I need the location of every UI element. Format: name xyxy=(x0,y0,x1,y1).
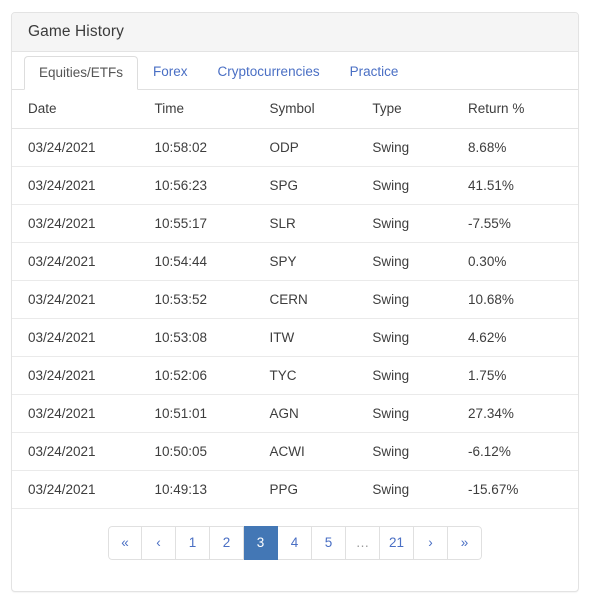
table-row: 03/24/2021 10:58:02 ODP Swing 8.68% xyxy=(12,128,578,167)
cell-date: 03/24/2021 xyxy=(12,128,155,167)
cell-return: 8.68% xyxy=(468,128,578,167)
cell-date: 03/24/2021 xyxy=(12,318,155,357)
cell-date: 03/24/2021 xyxy=(12,280,155,319)
cell-return: 41.51% xyxy=(468,166,578,205)
table-row: 03/24/2021 10:49:13 PPG Swing -15.67% xyxy=(12,470,578,509)
cell-symbol: ACWI xyxy=(269,432,373,471)
pagination-previous[interactable]: ‹ xyxy=(142,525,176,560)
cell-time: 10:51:01 xyxy=(154,394,270,433)
cell-time: 10:53:52 xyxy=(154,280,270,319)
cell-symbol: ITW xyxy=(269,318,373,357)
cell-return: 4.62% xyxy=(468,318,578,357)
cell-time: 10:58:02 xyxy=(154,128,270,167)
cell-date: 03/24/2021 xyxy=(12,242,155,281)
cell-return: 27.34% xyxy=(468,394,578,433)
cell-type: Swing xyxy=(372,470,469,509)
cell-date: 03/24/2021 xyxy=(12,356,155,395)
cell-date: 03/24/2021 xyxy=(12,470,155,509)
column-header-date: Date xyxy=(12,90,155,129)
cell-time: 10:52:06 xyxy=(154,356,270,395)
cell-time: 10:50:05 xyxy=(154,432,270,471)
card-header: Game History xyxy=(12,13,578,52)
cell-type: Swing xyxy=(372,166,469,205)
page-title: Game History xyxy=(28,23,124,40)
cell-type: Swing xyxy=(372,394,469,433)
pagination-page-3[interactable]: 3 xyxy=(244,525,278,560)
cell-type: Swing xyxy=(372,432,469,471)
cell-date: 03/24/2021 xyxy=(12,204,155,243)
table-row: 03/24/2021 10:53:52 CERN Swing 10.68% xyxy=(12,280,578,319)
cell-symbol: CERN xyxy=(269,280,373,319)
cell-symbol: PPG xyxy=(269,470,373,509)
cell-return: -15.67% xyxy=(468,470,578,509)
pagination-first[interactable]: « xyxy=(108,525,142,560)
cell-date: 03/24/2021 xyxy=(12,432,155,471)
cell-return: 0.30% xyxy=(468,242,578,281)
tab-equities-etfs[interactable]: Equities/ETFs xyxy=(24,56,139,90)
cell-time: 10:49:13 xyxy=(154,470,270,509)
pagination-page-1[interactable]: 1 xyxy=(176,525,210,560)
pagination-page-21[interactable]: 21 xyxy=(380,525,414,560)
pagination: «‹ 1 2 3 4 5… 21 ›» xyxy=(108,525,482,560)
cell-symbol: AGN xyxy=(269,394,373,433)
cell-time: 10:53:08 xyxy=(154,318,270,357)
cell-symbol: SPY xyxy=(269,242,373,281)
cell-time: 10:56:23 xyxy=(154,166,270,205)
cell-symbol: SLR xyxy=(269,204,373,243)
column-header-type: Type xyxy=(372,90,469,129)
table-head: Date Time Symbol Type Return % xyxy=(12,90,578,129)
table-row: 03/24/2021 10:53:08 ITW Swing 4.62% xyxy=(12,318,578,357)
pagination-container: «‹ 1 2 3 4 5… 21 ›» xyxy=(12,509,578,560)
pagination-page-5[interactable]: 5 xyxy=(312,525,346,560)
cell-return: 1.75% xyxy=(468,356,578,395)
pagination-next[interactable]: › xyxy=(414,525,448,560)
tab-practice[interactable]: Practice xyxy=(335,56,414,89)
table-row: 03/24/2021 10:55:17 SLR Swing -7.55% xyxy=(12,204,578,243)
cell-date: 03/24/2021 xyxy=(12,166,155,205)
table-row: 03/24/2021 10:56:23 SPG Swing 41.51% xyxy=(12,166,578,205)
cell-time: 10:54:44 xyxy=(154,242,270,281)
cell-type: Swing xyxy=(372,204,469,243)
tab-forex[interactable]: Forex xyxy=(138,56,203,89)
pagination-gap: … xyxy=(346,525,380,560)
cell-symbol: SPG xyxy=(269,166,373,205)
tab-cryptocurrencies[interactable]: Cryptocurrencies xyxy=(203,56,335,89)
table-body: 03/24/2021 10:58:02 ODP Swing 8.68% 03/24/202… xyxy=(12,128,578,509)
cell-type: Swing xyxy=(372,356,469,395)
pagination-last[interactable]: » xyxy=(448,525,482,560)
cell-symbol: ODP xyxy=(269,128,373,167)
cell-date: 03/24/2021 xyxy=(12,394,155,433)
cell-type: Swing xyxy=(372,128,469,167)
cell-type: Swing xyxy=(372,280,469,319)
tab-bar: Equities/ETFs Forex Cryptocurrencies Practi… xyxy=(12,52,578,90)
table-row: 03/24/2021 10:51:01 AGN Swing 27.34% xyxy=(12,394,578,433)
cell-return: -6.12% xyxy=(468,432,578,471)
cell-type: Swing xyxy=(372,242,469,281)
game-history-table: Date Time Symbol Type Return % 03/24/202… xyxy=(12,90,578,509)
table-row: 03/24/2021 10:50:05 ACWI Swing -6.12% xyxy=(12,432,578,471)
cell-type: Swing xyxy=(372,318,469,357)
cell-return: -7.55% xyxy=(468,204,578,243)
game-history-card: Game History Equities/ETFs Forex Cryptocur… xyxy=(11,12,579,592)
column-header-time: Time xyxy=(154,90,270,129)
table-row: 03/24/2021 10:54:44 SPY Swing 0.30% xyxy=(12,242,578,281)
cell-symbol: TYC xyxy=(269,356,373,395)
column-header-return: Return % xyxy=(468,90,578,129)
column-header-symbol: Symbol xyxy=(269,90,373,129)
table-header-row: Date Time Symbol Type Return % xyxy=(12,90,578,129)
cell-time: 10:55:17 xyxy=(154,204,270,243)
pagination-page-2[interactable]: 2 xyxy=(210,525,244,560)
table-row: 03/24/2021 10:52:06 TYC Swing 1.75% xyxy=(12,356,578,395)
cell-return: 10.68% xyxy=(468,280,578,319)
pagination-page-4[interactable]: 4 xyxy=(278,525,312,560)
